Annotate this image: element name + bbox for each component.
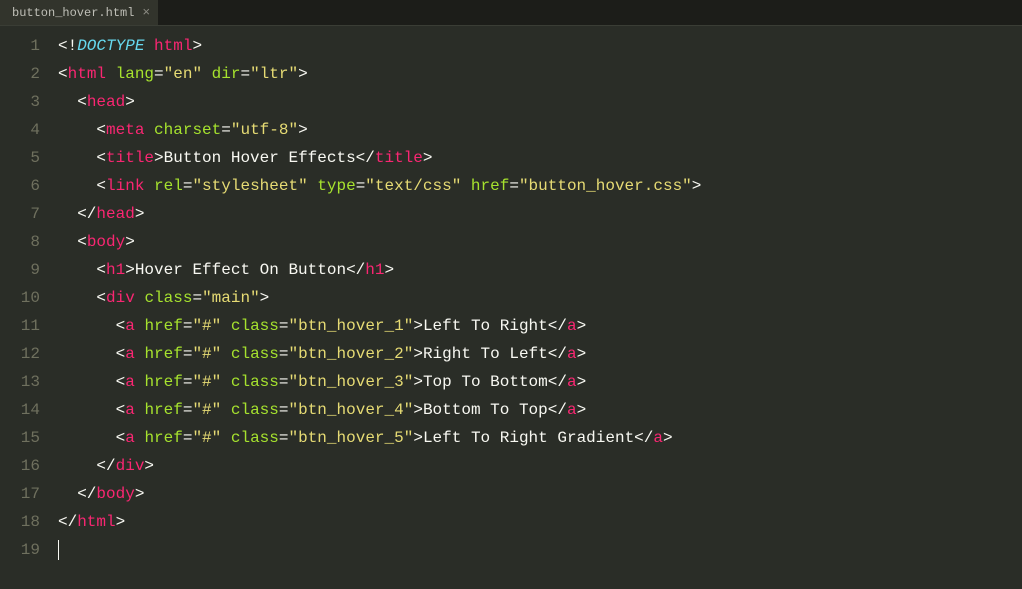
- line-number: 18: [0, 508, 40, 536]
- code-line: <div class="main">: [58, 284, 1022, 312]
- line-number: 7: [0, 200, 40, 228]
- line-number: 12: [0, 340, 40, 368]
- close-icon[interactable]: ×: [142, 6, 150, 19]
- code-line: </body>: [58, 480, 1022, 508]
- code-line: <h1>Hover Effect On Button</h1>: [58, 256, 1022, 284]
- code-line: <title>Button Hover Effects</title>: [58, 144, 1022, 172]
- tab-bar: button_hover.html ×: [0, 0, 1022, 26]
- line-number: 14: [0, 396, 40, 424]
- code-line: <head>: [58, 88, 1022, 116]
- code-line: <link rel="stylesheet" type="text/css" h…: [58, 172, 1022, 200]
- code-line: <meta charset="utf-8">: [58, 116, 1022, 144]
- code-line: <a href="#" class="btn_hover_2">Right To…: [58, 340, 1022, 368]
- code-line: <a href="#" class="btn_hover_5">Left To …: [58, 424, 1022, 452]
- line-number: 2: [0, 60, 40, 88]
- code-line: </div>: [58, 452, 1022, 480]
- line-number: 4: [0, 116, 40, 144]
- line-number: 5: [0, 144, 40, 172]
- line-number: 15: [0, 424, 40, 452]
- code-area[interactable]: <!DOCTYPE html><html lang="en" dir="ltr"…: [52, 26, 1022, 589]
- code-line: <a href="#" class="btn_hover_3">Top To B…: [58, 368, 1022, 396]
- code-line: <html lang="en" dir="ltr">: [58, 60, 1022, 88]
- line-number: 6: [0, 172, 40, 200]
- line-number: 19: [0, 536, 40, 564]
- line-number: 1: [0, 32, 40, 60]
- line-number: 13: [0, 368, 40, 396]
- line-number: 10: [0, 284, 40, 312]
- code-line: <a href="#" class="btn_hover_4">Bottom T…: [58, 396, 1022, 424]
- code-line: <!DOCTYPE html>: [58, 32, 1022, 60]
- code-line: <body>: [58, 228, 1022, 256]
- code-line: </html>: [58, 508, 1022, 536]
- code-line: <a href="#" class="btn_hover_1">Left To …: [58, 312, 1022, 340]
- tab-button-hover[interactable]: button_hover.html ×: [0, 0, 159, 25]
- tab-filename: button_hover.html: [12, 6, 134, 20]
- editor: 12345678910111213141516171819 <!DOCTYPE …: [0, 26, 1022, 589]
- line-number: 8: [0, 228, 40, 256]
- line-number: 17: [0, 480, 40, 508]
- line-number: 11: [0, 312, 40, 340]
- line-number: 16: [0, 452, 40, 480]
- line-number: 3: [0, 88, 40, 116]
- code-line: [58, 536, 1022, 564]
- code-line: </head>: [58, 200, 1022, 228]
- line-number: 9: [0, 256, 40, 284]
- line-number-gutter: 12345678910111213141516171819: [0, 26, 52, 589]
